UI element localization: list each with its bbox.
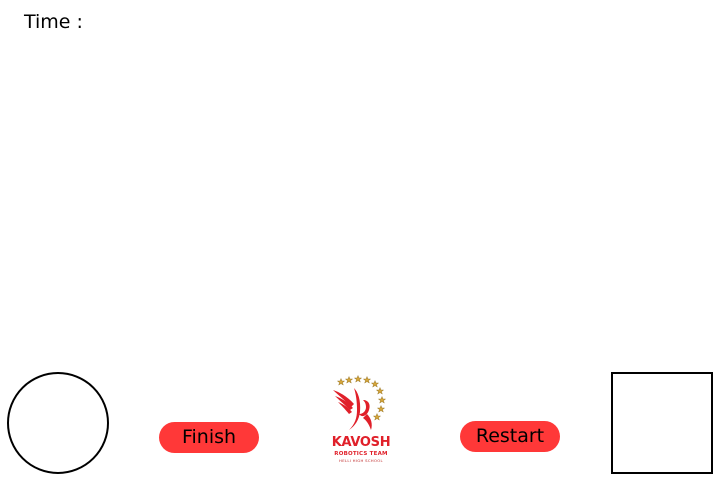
finish-button[interactable]: Finish bbox=[159, 422, 259, 453]
logo-school: HELLI HIGH SCHOOL bbox=[339, 458, 383, 463]
restart-button[interactable]: Restart bbox=[460, 421, 560, 452]
circle-icon bbox=[7, 372, 109, 474]
team-logo: KAVOSH ROBOTICS TEAM HELLI HIGH SCHOOL bbox=[327, 374, 395, 466]
logo-team: ROBOTICS TEAM bbox=[334, 451, 388, 457]
time-label: Time : bbox=[24, 11, 83, 33]
square-icon bbox=[611, 372, 713, 474]
kavosh-emblem-icon bbox=[333, 374, 387, 430]
logo-name: KAVOSH bbox=[331, 435, 391, 450]
